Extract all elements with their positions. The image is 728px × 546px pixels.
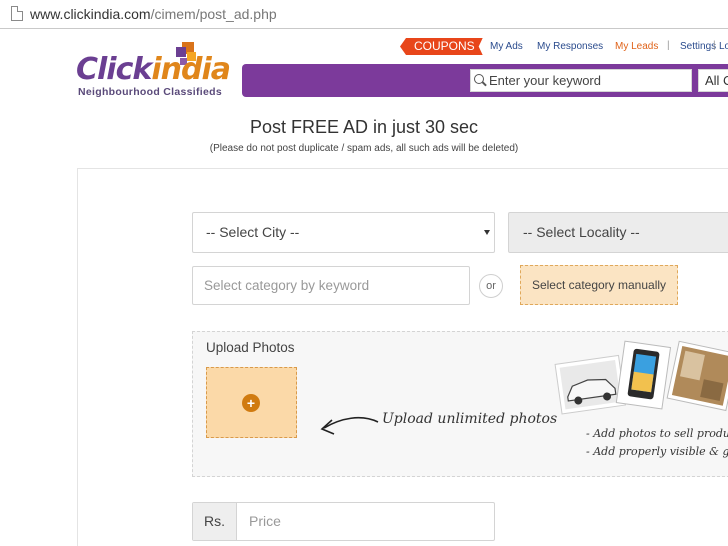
select-category-manually-button[interactable]: Select category manually — [520, 265, 678, 305]
locality-select[interactable]: -- Select Locality -- — [508, 212, 728, 253]
upload-tip-2: - Add properly visible & good q — [586, 445, 728, 458]
price-currency-prefix: Rs. — [193, 503, 237, 540]
upload-tip-1: - Add photos to sell products 5 — [586, 427, 728, 440]
city-select[interactable]: -- Select City -- — [192, 212, 495, 253]
sample-photos-image — [554, 340, 728, 415]
upload-photos-label: Upload Photos — [206, 340, 295, 355]
price-field[interactable] — [192, 502, 495, 541]
settings-link[interactable]: Settings — [680, 41, 716, 52]
coupons-link[interactable]: COUPONS — [400, 38, 483, 55]
upload-hint-text: Upload unlimited photos — [382, 411, 558, 427]
category-dropdown[interactable]: All C — [698, 69, 728, 92]
page-title: Post FREE AD in just 30 sec — [249, 117, 479, 137]
chevron-down-icon — [484, 230, 490, 235]
search-input[interactable]: Enter your keyword — [470, 69, 692, 92]
my-responses-link[interactable]: My Responses — [537, 41, 603, 52]
url-path: /cimem/post_ad.php — [150, 6, 277, 22]
or-divider: or — [479, 274, 503, 298]
nav-separator: | — [713, 40, 716, 51]
search-icon — [474, 74, 484, 84]
price-input[interactable]: Price — [249, 503, 281, 540]
page-icon — [11, 6, 23, 21]
url-host: www.clickindia.com — [30, 6, 151, 22]
logo-wordmark: Clickindia — [76, 52, 231, 87]
my-ads-link[interactable]: My Ads — [490, 41, 523, 52]
clickindia-logo[interactable]: Clickindia Neighbourhood Classifieds — [76, 38, 236, 100]
curved-arrow-icon — [320, 416, 379, 435]
category-keyword-input[interactable]: Select category by keyword — [192, 266, 470, 305]
plus-icon: + — [242, 394, 260, 412]
browser-address-bar[interactable]: www.clickindia.com/cimem/post_ad.php — [0, 0, 728, 29]
logo-tagline: Neighbourhood Classifieds — [78, 86, 223, 98]
login-link[interactable]: Lo — [719, 41, 728, 52]
url-text[interactable]: www.clickindia.com/cimem/post_ad.php — [30, 6, 277, 22]
nav-separator: | — [667, 40, 670, 51]
page-subtitle: (Please do not post duplicate / spam ads… — [209, 143, 519, 154]
my-leads-link[interactable]: My Leads — [615, 41, 658, 52]
